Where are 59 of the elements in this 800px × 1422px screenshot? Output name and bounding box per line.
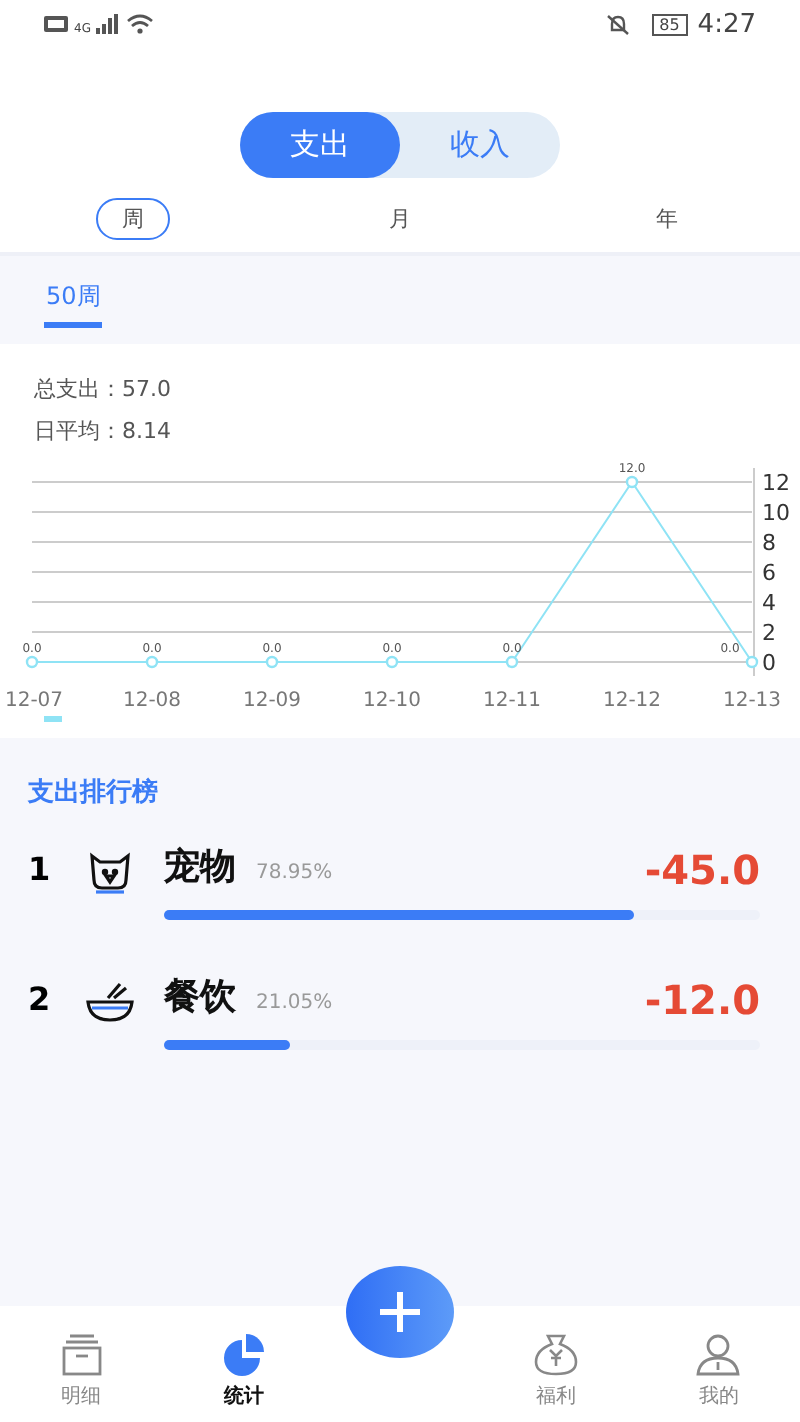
legend-swatch	[44, 716, 62, 722]
period-tab[interactable]: 年	[629, 198, 704, 240]
battery-level: 85	[651, 13, 688, 35]
y-tick-label: 2	[762, 620, 776, 646]
muted-bell-icon	[605, 13, 630, 35]
data-point	[265, 655, 279, 669]
nav-tab[interactable]: 明细	[21, 1332, 142, 1410]
nav-label: 明细	[61, 1384, 102, 1410]
y-tick-label: 6	[762, 560, 776, 586]
data-point	[25, 655, 39, 669]
section-title: 支出排行榜	[26, 775, 160, 812]
nav-label: 我的	[698, 1383, 739, 1410]
x-tick-label: 12-08	[122, 690, 182, 712]
nav-label: 福利	[536, 1383, 577, 1410]
category-name: 餐饮	[164, 974, 236, 1020]
x-tick-label: 12-09	[242, 690, 302, 712]
summary-text: 日平均：8.14	[32, 416, 173, 448]
type-tab[interactable]: 收入	[400, 112, 560, 178]
box-icon	[59, 1332, 104, 1376]
y-tick-label: 8	[762, 530, 776, 556]
y-tick-label: 0	[762, 650, 776, 676]
clock-time: 4:27	[697, 9, 756, 39]
money-bag-icon	[532, 1332, 581, 1376]
category-amount: -45.0	[644, 844, 760, 894]
plus-icon	[377, 1290, 422, 1334]
x-tick-label: 12-13	[722, 690, 782, 712]
rank-number: 1	[28, 848, 53, 888]
y-tick-label: 10	[762, 500, 790, 526]
pig-face-icon	[84, 848, 136, 896]
x-tick-label: 12-07	[4, 690, 64, 712]
y-tick-label: 4	[762, 590, 776, 616]
period-tab[interactable]: 月	[362, 198, 437, 240]
summary-text: 总支出：57.0	[32, 374, 173, 406]
bowl-icon	[84, 978, 136, 1026]
data-point	[625, 475, 639, 489]
category-name: 宠物	[164, 844, 236, 890]
category-percent: 78.95%	[256, 862, 333, 884]
person-icon	[694, 1332, 743, 1376]
type-tab[interactable]: 支出	[240, 112, 400, 178]
x-tick-label: 12-10	[362, 690, 422, 712]
data-point	[505, 655, 519, 669]
data-point	[745, 655, 759, 669]
signal-icon	[96, 14, 121, 34]
nav-tab[interactable]: 统计	[183, 1332, 304, 1410]
wifi-icon	[126, 14, 155, 34]
nav-tab[interactable]: 福利	[496, 1332, 617, 1410]
x-tick-label: 12-11	[482, 690, 542, 712]
week-tab[interactable]: 50周	[44, 272, 103, 328]
x-tick-label: 12-12	[602, 690, 662, 712]
category-amount: -12.0	[644, 974, 760, 1024]
data-point	[385, 655, 399, 669]
data-point	[145, 655, 159, 669]
add-button[interactable]	[345, 1266, 454, 1358]
nav-label: 统计	[223, 1383, 264, 1410]
period-tab[interactable]: 周	[96, 198, 171, 240]
y-tick-label: 12	[762, 470, 790, 496]
rank-number: 2	[28, 978, 53, 1018]
nav-tab[interactable]: 我的	[658, 1332, 779, 1410]
category-percent: 21.05%	[256, 992, 333, 1014]
